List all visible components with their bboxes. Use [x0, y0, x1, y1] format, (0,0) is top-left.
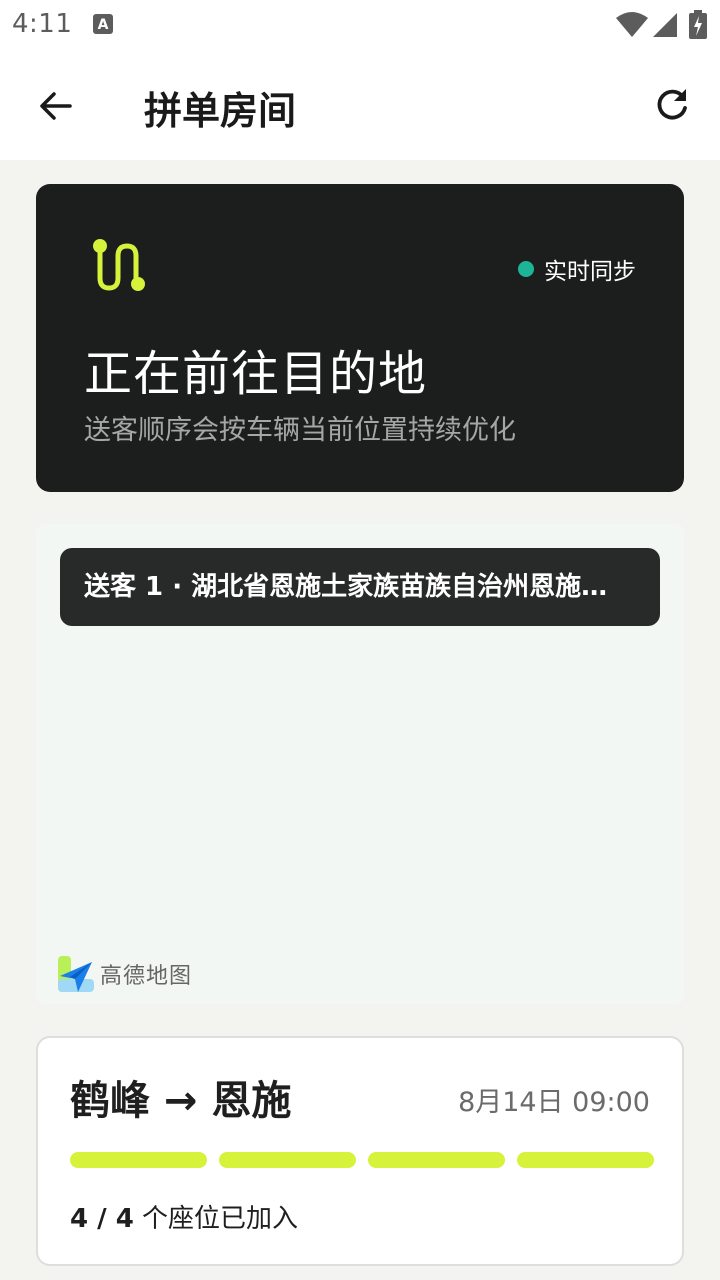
seats-fraction: 4 / 4 — [70, 1204, 134, 1234]
app-bar: 拼单房间 — [0, 52, 720, 160]
svg-text:A: A — [98, 17, 109, 33]
seat-segment — [70, 1152, 207, 1168]
route-map[interactable]: 送客 1 · 湖北省恩施土家族苗族自治州恩施… 高德地图 — [36, 524, 684, 1004]
route-icon — [93, 239, 145, 291]
signal-icon — [653, 13, 677, 37]
trip-status-heading: 正在前往目的地 — [84, 346, 428, 402]
amap-logo-icon — [58, 956, 94, 992]
seats-suffix: 个座位已加入 — [133, 1204, 299, 1234]
status-bar: 4:11 A — [0, 0, 720, 52]
trip-summary-card[interactable]: 鹤峰 → 恩施 8月14日 09:00 4 / 4 个座位已加入 — [36, 1036, 684, 1266]
status-time: 4:11 — [12, 9, 73, 39]
trip-route: 鹤峰 → 恩施 — [70, 1078, 292, 1124]
trip-status-subtitle: 送客顺序会按车辆当前位置持续优化 — [84, 415, 516, 446]
arrow-left-icon[interactable] — [34, 84, 78, 128]
seat-segment — [517, 1152, 654, 1168]
wifi-icon — [616, 12, 648, 37]
page-title: 拼单房间 — [144, 89, 297, 133]
map-provider-logo: 高德地图 — [56, 954, 192, 994]
dropoff-stop-banner[interactable]: 送客 1 · 湖北省恩施土家族苗族自治州恩施… — [60, 548, 660, 626]
sync-label: 实时同步 — [544, 259, 636, 285]
seats-progress-bar — [70, 1152, 654, 1168]
keyboard-a-icon: A — [93, 14, 113, 34]
trip-status-card: 实时同步 正在前往目的地 送客顺序会按车辆当前位置持续优化 — [36, 184, 684, 492]
refresh-icon[interactable] — [650, 84, 694, 128]
battery-charging-icon — [689, 10, 707, 39]
trip-datetime: 8月14日 09:00 — [458, 1087, 650, 1118]
seat-segment — [219, 1152, 356, 1168]
seat-segment — [368, 1152, 505, 1168]
seats-joined-text: 4 / 4 个座位已加入 — [70, 1198, 298, 1235]
sync-status-dot — [518, 261, 534, 277]
map-provider-name: 高德地图 — [100, 964, 193, 989]
realtime-sync-indicator: 实时同步 — [518, 252, 636, 286]
